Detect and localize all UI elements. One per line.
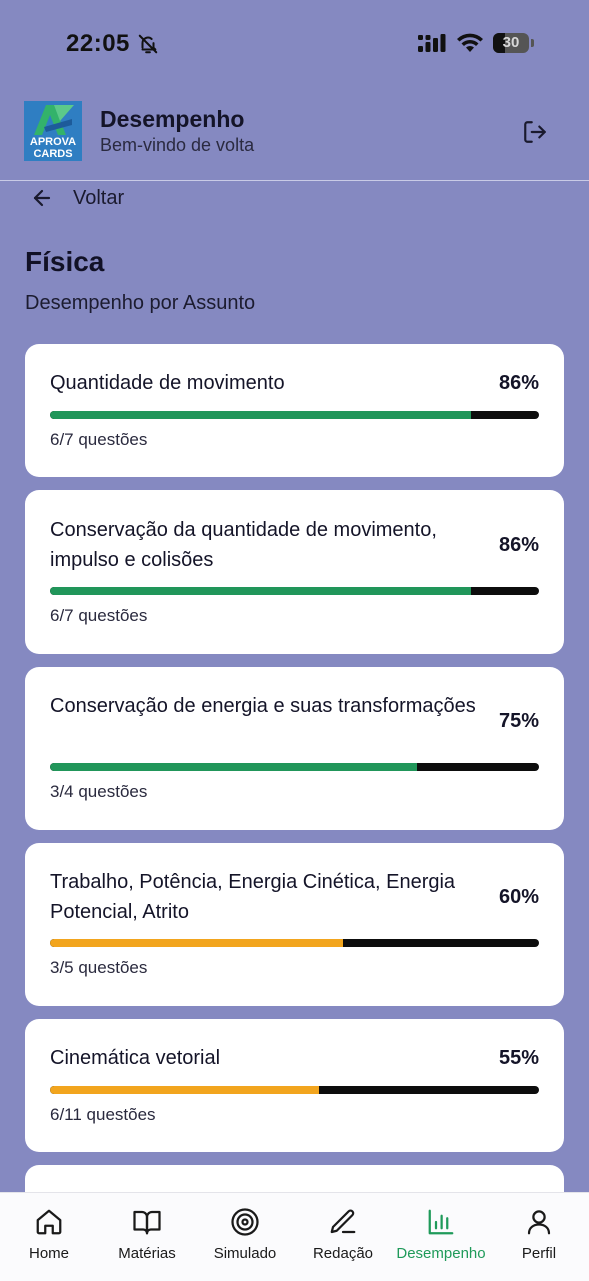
- home-icon: [36, 1209, 62, 1235]
- pen-icon: [330, 1209, 356, 1234]
- battery-indicator: 30: [493, 33, 529, 53]
- topic-progress-fill: [50, 1086, 319, 1094]
- topic-percent: 86%: [498, 372, 539, 394]
- topic-title: Conservação da quantidade de movimento, …: [50, 519, 437, 571]
- topic-questions: 6/11 questões: [50, 1105, 156, 1124]
- topic-progress-bar: [50, 587, 539, 595]
- section-title: Desempenho por Assunto: [25, 292, 256, 314]
- nav-desempenho[interactable]: Desempenho: [392, 1207, 490, 1262]
- book-icon: [133, 1210, 161, 1235]
- topic-progress-bar: [50, 1086, 539, 1094]
- nav-perfil[interactable]: Perfil: [490, 1207, 588, 1262]
- logo-text-line1: APROVA: [29, 136, 77, 148]
- topic-card[interactable]: Quantidade de movimento 86% 6/7 questões: [25, 344, 564, 477]
- header-divider: [0, 180, 589, 181]
- arrow-left-icon: [33, 189, 51, 207]
- topic-progress-fill: [50, 411, 471, 419]
- topic-card[interactable]: Conservação da quantidade de movimento, …: [25, 490, 564, 654]
- nav-simulado[interactable]: Simulado: [196, 1207, 294, 1262]
- topic-percent: 60%: [498, 886, 539, 908]
- back-label: Voltar: [73, 186, 125, 209]
- app-header: APROVA CARDS Desempenho Bem-vindo de vol…: [0, 100, 589, 180]
- topic-progress-fill: [50, 763, 417, 771]
- nav-materias-label: Matérias: [118, 1245, 176, 1262]
- topic-title: Quantidade de movimento: [50, 372, 285, 394]
- topic-questions: 3/5 questões: [50, 958, 148, 977]
- topic-card[interactable]: Conservação de energia e suas transforma…: [25, 667, 564, 830]
- status-time: 22:05: [66, 30, 130, 57]
- topic-card[interactable]: Trabalho, Potência, Energia Cinética, En…: [25, 843, 564, 1006]
- topic-questions: 3/4 questões: [50, 782, 148, 801]
- topic-progress-bar: [50, 411, 539, 419]
- status-bar: 22:05 30: [0, 0, 589, 88]
- topic-card[interactable]: Cinemática vetorial 55% 6/11 questões: [25, 1019, 564, 1152]
- page-title: Desempenho: [100, 106, 245, 132]
- bell-muted-icon: [138, 34, 158, 54]
- topic-progress-fill: [50, 939, 344, 947]
- subject-title: Física: [25, 246, 105, 277]
- logout-icon[interactable]: [522, 119, 548, 145]
- topic-progress-fill: [50, 587, 471, 595]
- nav-materias[interactable]: Matérias: [98, 1207, 196, 1262]
- nav-home-label: Home: [28, 1245, 69, 1262]
- back-button[interactable]: Voltar: [30, 184, 124, 212]
- wifi-icon: [457, 33, 483, 52]
- nav-home[interactable]: Home: [0, 1207, 98, 1262]
- signal-icon: [418, 34, 446, 52]
- app-logo: APROVA CARDS: [24, 101, 82, 161]
- topic-title: Trabalho, Potência, Energia Cinética, En…: [50, 871, 456, 923]
- topic-questions: 6/7 questões: [50, 606, 148, 625]
- nav-simulado-label: Simulado: [213, 1245, 277, 1262]
- topic-percent: 86%: [498, 534, 539, 556]
- battery-level: 30: [502, 34, 520, 51]
- topic-questions: 6/7 questões: [50, 430, 148, 449]
- topic-percent: 55%: [498, 1047, 539, 1069]
- nav-redacao-label: Redação: [312, 1245, 374, 1262]
- nav-redacao[interactable]: Redação: [294, 1207, 392, 1262]
- topic-title: Conservação de energia e suas transforma…: [50, 695, 476, 717]
- nav-perfil-label: Perfil: [521, 1245, 557, 1262]
- bar-chart-icon: [428, 1209, 454, 1235]
- topic-progress-bar: [50, 939, 539, 947]
- topic-progress-bar: [50, 763, 539, 771]
- nav-desempenho-label: Desempenho: [396, 1245, 486, 1262]
- bottom-nav: Home Matérias Simulado Redação Desempenh…: [0, 1192, 589, 1281]
- target-icon: [231, 1208, 259, 1236]
- user-icon: [527, 1210, 551, 1235]
- topic-percent: 75%: [498, 710, 539, 732]
- topic-title: Cinemática vetorial: [50, 1047, 221, 1069]
- page-subtitle: Bem-vindo de volta: [100, 135, 255, 155]
- logo-text-line2: CARDS: [33, 148, 73, 160]
